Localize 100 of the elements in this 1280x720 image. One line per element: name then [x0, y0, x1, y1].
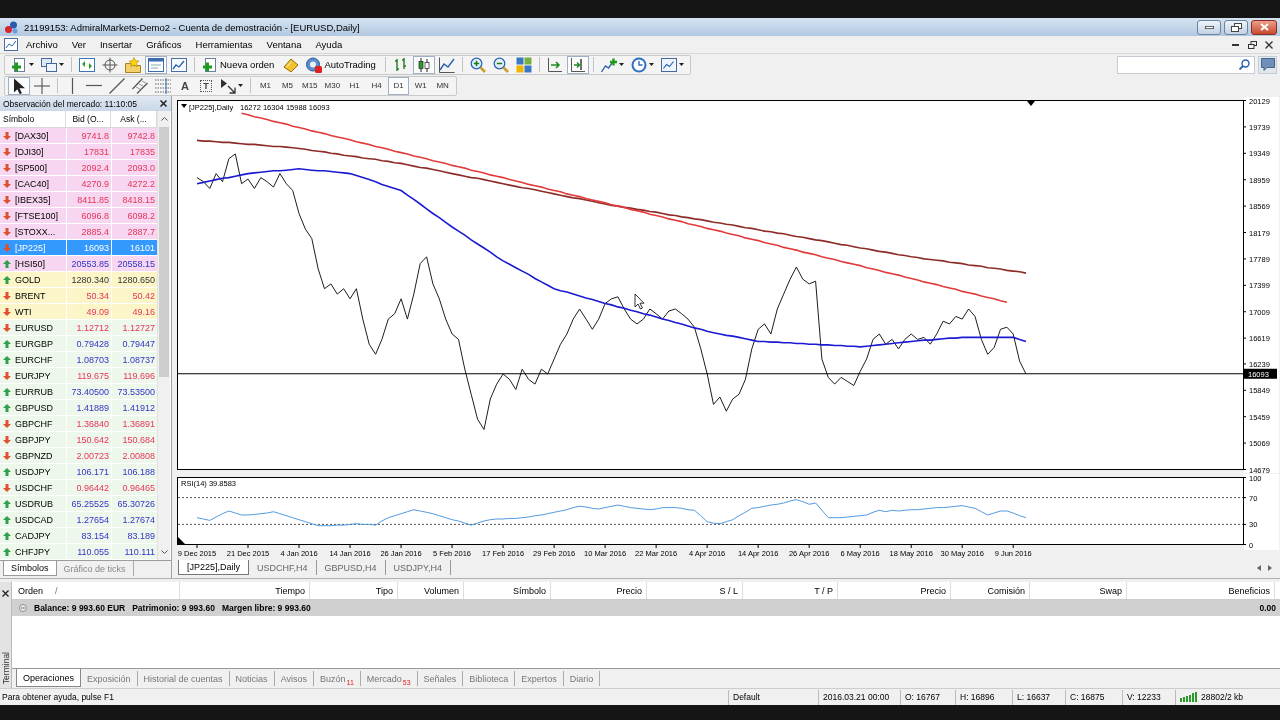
column-header[interactable]: Precio	[838, 582, 951, 599]
symbol-row[interactable]: GBPCHF 1.36840 1.36891	[0, 416, 157, 432]
new-order-button[interactable]: Nueva orden	[199, 55, 280, 74]
symbol-row[interactable]: USDCHF 0.96442 0.96465	[0, 480, 157, 496]
terminal-button[interactable]	[145, 55, 167, 74]
column-header[interactable]: Símbolo	[0, 111, 66, 127]
symbol-row[interactable]: [SP500] 2092.4 2093.0	[0, 160, 157, 176]
timeframe-button[interactable]: M15	[299, 76, 321, 95]
timeframe-button[interactable]: M5	[277, 76, 298, 95]
symbol-row[interactable]: [DAX30] 9741.8 9742.8	[0, 128, 157, 144]
down-triangle-icon[interactable]	[181, 104, 187, 108]
menu-item[interactable]: Insertar	[93, 36, 139, 53]
symbol-row[interactable]: EURRUB 73.40500 73.53500	[0, 384, 157, 400]
market-watch-button[interactable]	[76, 55, 98, 74]
terminal-tab[interactable]: Diario	[563, 671, 601, 686]
autotrading-button[interactable]: AutoTrading	[303, 55, 381, 74]
search-field[interactable]	[1117, 55, 1255, 74]
terminal-tab[interactable]: Buzón$_{11}$	[314, 671, 361, 686]
timeframe-button[interactable]: H1	[344, 76, 366, 95]
terminal-tab[interactable]: Biblioteca	[463, 671, 516, 686]
symbol-row[interactable]: EURJPY 119.675 119.696	[0, 368, 157, 384]
terminal-tab[interactable]: Mercado$_{53}$	[360, 671, 418, 686]
column-header[interactable]: Beneficios	[1127, 582, 1275, 599]
panel-tab[interactable]: Símbolos	[3, 561, 57, 576]
terminal-tab[interactable]: Historial de cuentas	[137, 671, 230, 686]
menu-item[interactable]: Archivo	[20, 36, 64, 53]
symbol-row[interactable]: [DJI30] 17831 17835	[0, 144, 157, 160]
down-triangle-icon[interactable]	[1027, 101, 1035, 106]
symbol-row[interactable]: CHFJPY 110.055 110.111	[0, 544, 157, 560]
menu-item[interactable]: Herramientas	[189, 36, 259, 53]
scroll-right-icon[interactable]	[1268, 565, 1272, 571]
symbol-row[interactable]: [HSI50] 20553.85 20558.15	[0, 256, 157, 272]
scrollbar[interactable]	[157, 111, 170, 560]
symbol-row[interactable]: USDCAD 1.27654 1.27674	[0, 512, 157, 528]
symbol-name: [JP225]	[15, 242, 46, 253]
menu-item[interactable]: Ayuda	[309, 36, 349, 53]
column-header[interactable]: Bid (O...	[66, 111, 111, 127]
symbol-row[interactable]: USDJPY 106.171 106.188	[0, 464, 157, 480]
terminal-tab[interactable]: Avisos	[274, 671, 314, 686]
timeframe-button[interactable]: D1	[388, 76, 410, 95]
timeframe-button[interactable]: M1	[255, 76, 276, 95]
cursor-tool-button[interactable]	[8, 76, 30, 95]
terminal-tab[interactable]: Señales	[417, 671, 464, 686]
symbol-row[interactable]: EURCHF 1.08703 1.08737	[0, 352, 157, 368]
symbol-row[interactable]: GBPUSD 1.41889 1.41912	[0, 400, 157, 416]
column-header[interactable]: S / L	[647, 582, 743, 599]
strategy-tester-button[interactable]	[168, 55, 190, 74]
column-header[interactable]: Orden /	[12, 582, 180, 599]
chart-shift-button[interactable]	[566, 55, 589, 74]
scrollbar-thumb[interactable]	[159, 127, 169, 377]
close-button[interactable]	[158, 98, 168, 109]
symbol-row[interactable]: GOLD 1280.340 1280.650	[0, 272, 157, 288]
terminal-tab[interactable]: Expertos	[515, 671, 564, 686]
timeframe-button[interactable]: MN	[432, 76, 454, 95]
column-header[interactable]: Tiempo	[180, 582, 310, 599]
terminal-tab[interactable]: Operaciones	[16, 669, 82, 687]
column-header[interactable]: Volumen	[398, 582, 464, 599]
column-header[interactable]: Swap	[1030, 582, 1127, 599]
symbol-row[interactable]: [STOXX... 2885.4 2887.7	[0, 224, 157, 240]
menu-item[interactable]: Ver	[65, 36, 92, 53]
timeframe-button[interactable]: H4	[366, 76, 388, 95]
menu-item[interactable]: Gráficos	[140, 36, 188, 53]
symbol-row[interactable]: [CAC40] 4270.9 4272.2	[0, 176, 157, 192]
close-button[interactable]	[0, 588, 11, 598]
symbol-row[interactable]: GBPJPY 150.642 150.684	[0, 432, 157, 448]
symbol-row[interactable]: BRENT 50.34 50.42	[0, 288, 157, 304]
symbol-row[interactable]: WTI 49.09 49.16	[0, 304, 157, 320]
symbol-row[interactable]: USDRUB 65.25525 65.30726	[0, 496, 157, 512]
text-tool-button[interactable]: A	[175, 76, 195, 95]
column-header[interactable]: Tipo	[310, 582, 398, 599]
timeframe-button[interactable]: W1	[410, 76, 432, 95]
candlestick-button[interactable]	[412, 55, 435, 74]
terminal-tab[interactable]: Noticias	[229, 671, 275, 686]
chat-button[interactable]	[1258, 55, 1277, 74]
menu-item[interactable]: Ventana	[260, 36, 308, 53]
symbol-row[interactable]: [IBEX35] 8411.85 8418.15	[0, 192, 157, 208]
chart-tab[interactable]: USDCHF,H4	[249, 560, 317, 575]
scroll-left-icon[interactable]	[1257, 565, 1261, 571]
column-header[interactable]: Precio	[551, 582, 647, 599]
scroll-down-icon[interactable]	[160, 550, 168, 554]
column-header[interactable]: Comisión	[951, 582, 1030, 599]
terminal-tab[interactable]: Exposición	[81, 671, 138, 686]
scroll-up-icon[interactable]	[160, 117, 168, 121]
symbol-row[interactable]: CADJPY 83.154 83.189	[0, 528, 157, 544]
symbol-row[interactable]: [FTSE100] 6096.8 6098.2	[0, 208, 157, 224]
chart-tab[interactable]: GBPUSD,H4	[316, 560, 386, 575]
timeframe-button[interactable]: M30	[321, 76, 344, 95]
symbol-row[interactable]: EURUSD 1.12712 1.12727	[0, 320, 157, 336]
chart-tab[interactable]: [JP225],Daily	[178, 560, 250, 575]
minimize-button[interactable]	[1197, 19, 1221, 35]
restore-button[interactable]	[1224, 19, 1248, 35]
column-header[interactable]: T / P	[743, 582, 838, 599]
chart-tab[interactable]: USDJPY,H4	[385, 560, 451, 575]
symbol-row[interactable]: GBPNZD 2.00723 2.00808	[0, 448, 157, 464]
close-button[interactable]	[1251, 19, 1277, 35]
profiles-button[interactable]	[38, 55, 67, 74]
symbol-row[interactable]: EURGBP 0.79428 0.79447	[0, 336, 157, 352]
column-header[interactable]: Símbolo	[464, 582, 551, 599]
navigator-button[interactable]	[122, 55, 144, 74]
text-label-button[interactable]: T	[196, 76, 216, 95]
